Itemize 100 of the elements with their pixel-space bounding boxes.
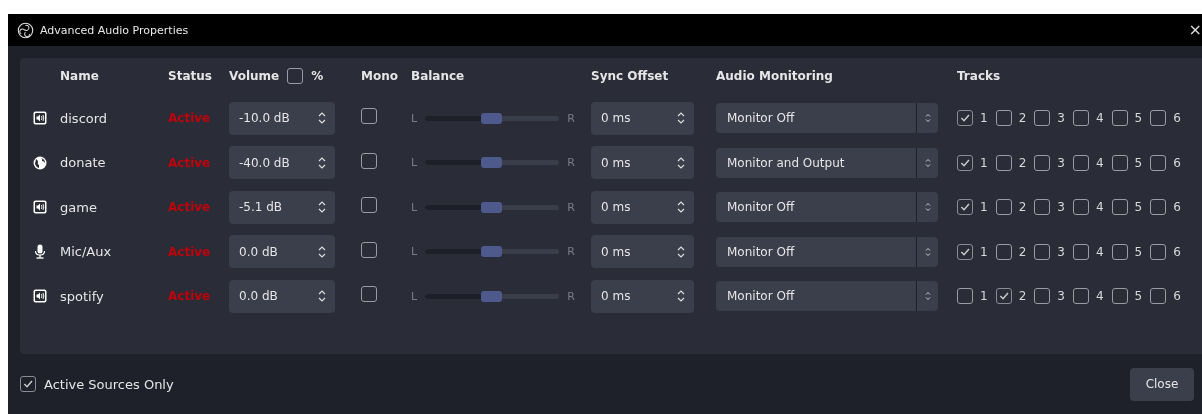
column-header: Volume <box>229 69 280 83</box>
source-name: donate <box>60 155 107 171</box>
monitoring-dropdown[interactable]: Monitor Off <box>716 103 938 134</box>
balance-slider[interactable] <box>425 293 560 299</box>
track-number: 4 <box>1095 155 1104 170</box>
track-number: 2 <box>1018 111 1027 126</box>
slider-thumb[interactable] <box>481 112 503 124</box>
source-name: Mic/Aux <box>60 244 113 260</box>
track-checkbox[interactable] <box>995 288 1012 305</box>
close-icon[interactable]: × <box>1188 22 1202 38</box>
track-checkbox[interactable] <box>957 288 973 305</box>
volume-spinbox[interactable]: -10.0 dB <box>229 101 335 135</box>
track-checkbox[interactable] <box>1072 154 1089 171</box>
balance-slider[interactable] <box>425 249 560 255</box>
mono-checkbox[interactable] <box>361 197 377 214</box>
monitoring-dropdown[interactable]: Monitor and Output <box>716 147 938 178</box>
sync-offset-spinbox[interactable]: 0 ms <box>591 279 694 313</box>
track-checkbox[interactable] <box>1072 199 1089 216</box>
sync-offset-spinbox[interactable]: 0 ms <box>591 146 694 180</box>
track-checkbox[interactable] <box>1111 154 1128 171</box>
track-checkbox[interactable] <box>995 110 1012 127</box>
track-number: 3 <box>1057 200 1065 215</box>
percent-checkbox[interactable] <box>287 68 304 84</box>
track-number: 4 <box>1095 289 1104 304</box>
sync-offset-spinbox[interactable]: 0 ms <box>591 101 694 135</box>
column-header: % <box>311 69 324 83</box>
sync-offset-spinbox[interactable]: 0 ms <box>591 235 694 269</box>
sync-offset-spinbox[interactable]: 0 ms <box>591 190 694 224</box>
mono-checkbox[interactable] <box>361 241 377 258</box>
track-checkbox[interactable] <box>1034 154 1051 171</box>
track-checkbox[interactable] <box>1150 154 1167 171</box>
left-label: L <box>411 200 418 214</box>
slider-thumb[interactable] <box>481 290 503 302</box>
column-header: Tracks <box>957 69 1002 83</box>
monitoring-dropdown[interactable]: Monitor Off <box>716 192 938 223</box>
track-number: 5 <box>1134 155 1143 170</box>
track-number: 1 <box>980 200 988 215</box>
active-sources-checkbox[interactable] <box>20 376 36 392</box>
track-number: 5 <box>1134 244 1143 259</box>
track-checkbox[interactable] <box>957 154 973 171</box>
track-checkbox[interactable] <box>1150 243 1167 260</box>
close-button[interactable]: Close <box>1130 367 1194 401</box>
window-title: Advanced Audio Properties <box>40 23 190 37</box>
slider-thumb[interactable] <box>481 246 503 258</box>
track-checkbox[interactable] <box>1072 288 1089 305</box>
track-checkbox[interactable] <box>995 154 1012 171</box>
volume-spinbox[interactable]: 0.0 dB <box>229 279 335 313</box>
track-checkbox[interactable] <box>957 243 973 260</box>
status-label: Active <box>168 200 212 215</box>
track-number: 3 <box>1057 111 1065 126</box>
track-number: 6 <box>1173 155 1181 170</box>
checkmark-icon <box>22 378 34 390</box>
track-checkbox[interactable] <box>1034 288 1051 305</box>
track-checkbox[interactable] <box>1111 110 1128 127</box>
track-number: 6 <box>1173 200 1181 215</box>
balance-slider[interactable] <box>425 115 560 121</box>
mono-checkbox[interactable] <box>361 108 377 125</box>
track-checkbox[interactable] <box>1111 199 1128 216</box>
slider-thumb[interactable] <box>481 157 503 169</box>
mono-checkbox[interactable] <box>361 152 377 169</box>
volume-spinbox[interactable]: -40.0 dB <box>229 146 335 180</box>
track-checkbox[interactable] <box>995 243 1012 260</box>
left-label: L <box>411 289 418 303</box>
track-checkbox[interactable] <box>1034 199 1051 216</box>
balance-slider[interactable] <box>425 204 560 210</box>
status-label: Active <box>168 111 212 126</box>
track-checkbox[interactable] <box>1072 243 1089 260</box>
track-number: 3 <box>1057 155 1065 170</box>
source-name: game <box>60 199 98 215</box>
monitoring-dropdown[interactable]: Monitor Off <box>716 236 938 267</box>
track-checkbox[interactable] <box>1150 288 1167 305</box>
track-number: 5 <box>1134 289 1143 304</box>
track-number: 6 <box>1173 111 1181 126</box>
slider-thumb[interactable] <box>481 201 503 213</box>
track-checkbox[interactable] <box>1150 110 1167 127</box>
track-checkbox[interactable] <box>1034 243 1051 260</box>
balance-slider[interactable] <box>425 160 560 166</box>
track-number: 6 <box>1173 244 1181 259</box>
track-checkbox[interactable] <box>957 199 973 216</box>
speaker-icon <box>33 289 47 304</box>
track-checkbox[interactable] <box>1072 110 1089 127</box>
source-name: spotify <box>60 288 105 304</box>
track-number: 6 <box>1173 289 1181 304</box>
volume-spinbox[interactable]: 0.0 dB <box>229 235 335 269</box>
mono-checkbox[interactable] <box>361 286 377 303</box>
track-checkbox[interactable] <box>1150 199 1167 216</box>
right-label: R <box>567 111 575 125</box>
track-checkbox[interactable] <box>957 110 973 127</box>
track-number: 4 <box>1095 111 1104 126</box>
track-checkbox[interactable] <box>1034 110 1051 127</box>
track-number: 1 <box>980 111 988 126</box>
column-header: Mono <box>360 69 399 83</box>
column-header: Audio Monitoring <box>716 69 834 83</box>
track-number: 4 <box>1095 200 1104 215</box>
monitoring-dropdown[interactable]: Monitor Off <box>716 281 938 312</box>
column-header: Status <box>168 69 213 83</box>
track-checkbox[interactable] <box>1111 288 1128 305</box>
track-checkbox[interactable] <box>995 199 1012 216</box>
volume-spinbox[interactable]: -5.1 dB <box>229 190 335 224</box>
track-checkbox[interactable] <box>1111 243 1128 260</box>
